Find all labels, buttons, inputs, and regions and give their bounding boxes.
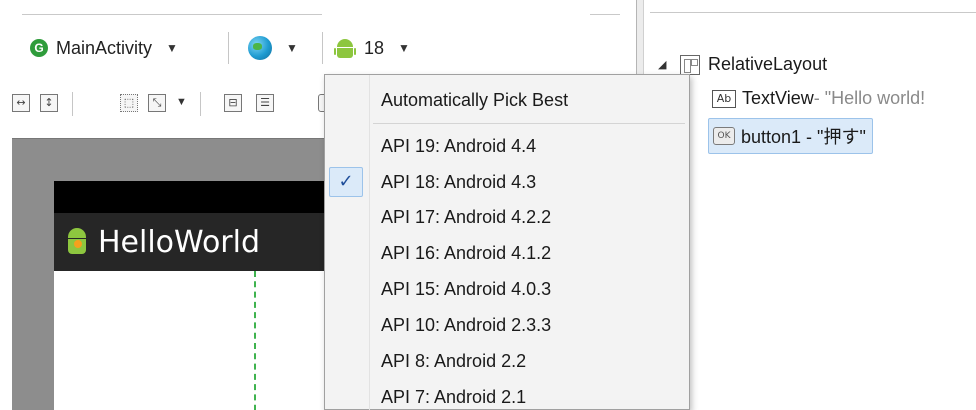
chevron-down-icon[interactable]: ▼ (176, 96, 187, 108)
action-bar: HelloWorld (54, 213, 354, 271)
android-icon (64, 228, 90, 256)
button-icon: OK (713, 127, 735, 145)
match-width-icon[interactable]: ↔ (12, 94, 30, 112)
menu-item-api10[interactable]: API 10: Android 2.3.3 (325, 308, 689, 342)
menu-item-label: API 7: Android 2.1 (381, 386, 527, 407)
menu-item-label: API 10: Android 2.3.3 (381, 314, 552, 335)
android-icon (334, 37, 356, 59)
api-level-label: 18 (364, 37, 385, 58)
margins-icon[interactable]: ⬚ (120, 94, 138, 112)
menu-separator (373, 123, 685, 124)
configuration-toolbar: G MainActivity ▼ ▼ 18 ▼ (0, 24, 636, 72)
menu-item-api19[interactable]: API 19: Android 4.4 (325, 129, 689, 163)
textview-detail: - "Hello world! (813, 88, 926, 108)
outline-root-label: RelativeLayout (708, 54, 828, 74)
menu-item-label: API 15: Android 4.0.3 (381, 278, 552, 299)
app-title: HelloWorld (98, 224, 261, 260)
globe-icon (248, 36, 272, 60)
outline-node-button[interactable]: OK button1 - "押す" (708, 118, 873, 154)
toolbar-separator (228, 32, 229, 64)
menu-item-api15[interactable]: API 15: Android 4.0.3 (325, 272, 689, 306)
outline-node-textview[interactable]: Ab TextView - "Hello world! (712, 88, 925, 109)
relative-layout-icon (680, 54, 700, 75)
menu-item-label: API 8: Android 2.2 (381, 350, 527, 371)
status-bar (54, 181, 354, 213)
menu-item-label: Automatically Pick Best (381, 89, 569, 110)
api-level-dropdown[interactable]: 18 ▼ (334, 34, 410, 62)
menu-item-label: API 18: Android 4.3 (381, 171, 537, 192)
toolbar-separator (322, 32, 323, 64)
toolbar-separator (72, 92, 73, 116)
menu-item-api16[interactable]: API 16: Android 4.1.2 (325, 236, 689, 270)
device-preview: HelloWorld (54, 181, 354, 410)
api-level-menu: Automatically Pick Best API 19: Android … (324, 74, 690, 410)
menu-item-auto[interactable]: Automatically Pick Best (325, 83, 689, 117)
distribute-horizontal-icon[interactable]: ⊟ (224, 94, 242, 112)
locale-dropdown[interactable]: ▼ (248, 34, 298, 62)
layout-actions-toolbar: ↔ ↕ ⬚ ⤡ ▼ ⊟ ☰ (0, 88, 340, 120)
outline-pane: ◢ RelativeLayout Ab TextView - "Hello wo… (644, 0, 976, 410)
menu-item-label: API 16: Android 4.1.2 (381, 242, 552, 263)
gravity-icon[interactable]: ⤡ (148, 94, 166, 112)
activity-label: MainActivity (56, 37, 153, 58)
divider (590, 14, 620, 15)
divider (650, 12, 976, 13)
match-height-icon[interactable]: ↕ (40, 94, 58, 112)
distribute-vertical-icon[interactable]: ☰ (256, 94, 274, 112)
chevron-down-icon: ▼ (286, 41, 298, 55)
menu-item-api8[interactable]: API 8: Android 2.2 (325, 344, 689, 378)
textview-name: TextView (742, 88, 814, 108)
alignment-guide (254, 271, 256, 410)
button-label: button1 - "押す" (741, 127, 866, 147)
outline-root-node[interactable]: ◢ RelativeLayout (658, 54, 827, 75)
check-icon: ✓ (329, 167, 363, 197)
menu-item-api7[interactable]: API 7: Android 2.1 (325, 380, 689, 410)
activity-dropdown[interactable]: G MainActivity ▼ (30, 34, 178, 62)
divider (22, 14, 322, 15)
menu-item-label: API 17: Android 4.2.2 (381, 206, 552, 227)
menu-item-api18[interactable]: ✓ API 18: Android 4.3 (325, 165, 689, 199)
chevron-down-icon: ▼ (166, 41, 178, 55)
chevron-down-icon: ▼ (398, 41, 410, 55)
textview-icon: Ab (712, 89, 736, 108)
menu-item-api17[interactable]: API 17: Android 4.2.2 (325, 200, 689, 234)
menu-item-label: API 19: Android 4.4 (381, 135, 537, 156)
toolbar-separator (200, 92, 201, 116)
expand-triangle-icon[interactable]: ◢ (658, 58, 680, 71)
g-class-icon: G (30, 39, 48, 57)
